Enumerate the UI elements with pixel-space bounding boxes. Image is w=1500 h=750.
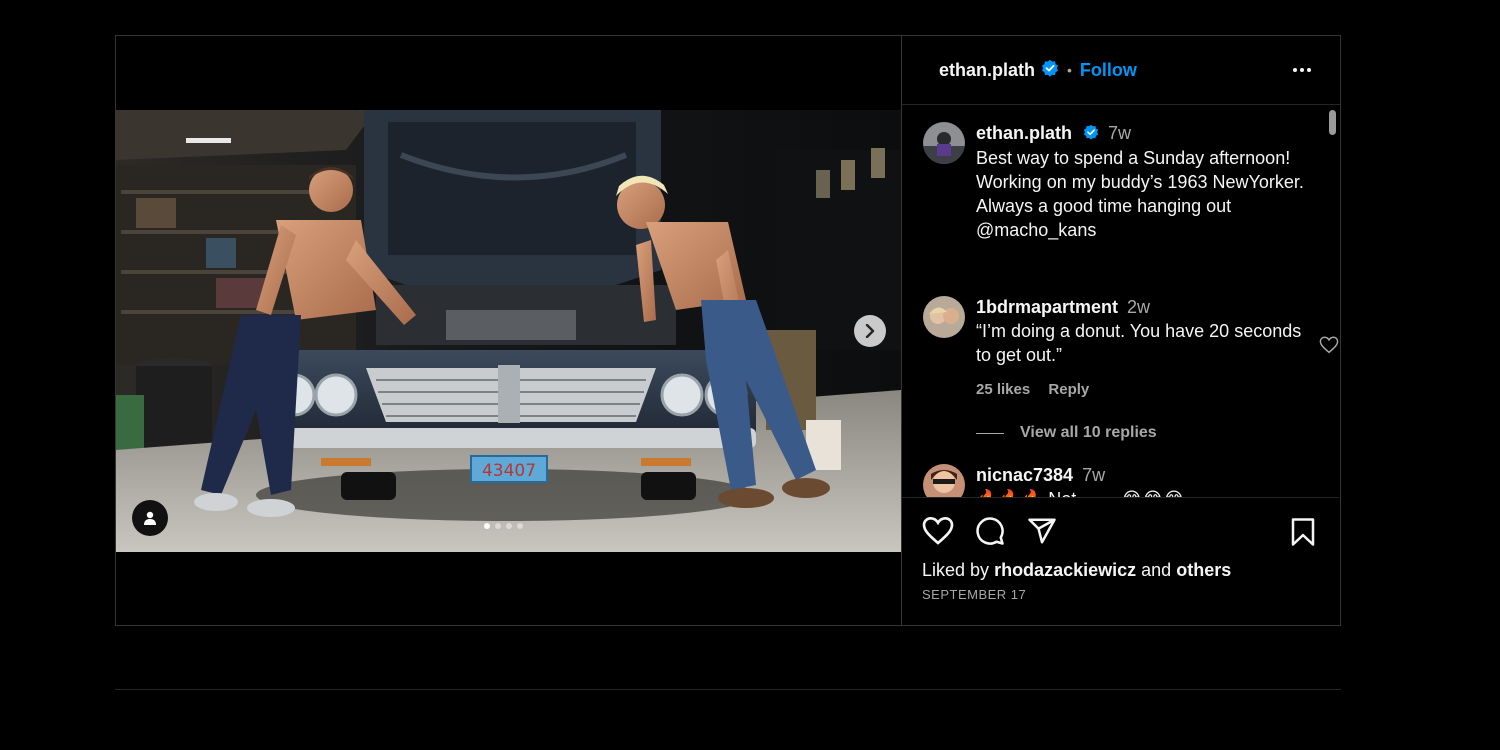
chevron-right-icon <box>865 324 875 338</box>
author-username[interactable]: ethan.plath <box>939 60 1035 81</box>
follow-button[interactable]: Follow <box>1080 60 1137 81</box>
post-photo[interactable]: 43407 <box>116 110 901 552</box>
more-options-button[interactable] <box>1290 58 1314 82</box>
garage-car-photo: 43407 <box>116 110 901 552</box>
comment-text: “I’m doing a donut. You have 20 seconds … <box>976 321 1302 365</box>
heart-icon <box>922 516 954 545</box>
caption-time: 7w <box>1108 123 1132 143</box>
page-divider <box>115 689 1341 690</box>
comment-time: 7w <box>1082 465 1106 485</box>
post-modal: 43407 ethan.plath • Follow ethan.plath 7… <box>115 35 1341 626</box>
carousel-dot <box>517 523 523 529</box>
comment-reply-button[interactable]: Reply <box>1048 381 1089 398</box>
liked-by-text: Liked by rhodazackiewicz and others <box>922 560 1231 581</box>
post-side-pane: ethan.plath • Follow ethan.plath 7w Best… <box>901 36 1340 625</box>
heart-icon <box>1319 336 1339 354</box>
verified-badge-icon <box>1041 59 1059 82</box>
like-button[interactable] <box>922 516 954 551</box>
liked-by-prefix: Liked by <box>922 560 990 580</box>
carousel-indicator <box>484 523 523 529</box>
comment-button[interactable] <box>974 516 1006 551</box>
comment-icon <box>976 517 1004 545</box>
carousel-next-button[interactable] <box>854 315 886 347</box>
comment-time: 2w <box>1127 297 1151 317</box>
license-plate-text: 43407 <box>482 461 536 481</box>
comment-like-button[interactable] <box>1319 336 1339 359</box>
replies-line <box>976 432 1004 434</box>
comment-likes[interactable]: 25 likes <box>976 381 1030 398</box>
media-pane: 43407 <box>116 36 901 625</box>
user-tag-button[interactable] <box>132 500 168 536</box>
carousel-dot <box>506 523 512 529</box>
post-date[interactable]: SEPTEMBER 17 <box>922 587 1026 602</box>
caption-username[interactable]: ethan.plath <box>976 123 1072 143</box>
liked-by-others[interactable]: others <box>1176 560 1231 580</box>
commenter-avatar[interactable] <box>923 464 965 497</box>
caption-text: Best way to spend a Sunday afternoon! Wo… <box>976 148 1304 241</box>
liked-by-and: and <box>1141 560 1172 580</box>
comment-username[interactable]: 1bdrmapartment <box>976 297 1118 317</box>
share-icon <box>1028 518 1056 544</box>
comment-username[interactable]: nicnac7384 <box>976 465 1073 485</box>
user-tag-icon <box>144 511 156 525</box>
save-button[interactable] <box>1289 517 1317 552</box>
comments-list[interactable]: ethan.plath 7w Best way to spend a Sunda… <box>902 106 1339 497</box>
more-options-icon <box>1293 68 1311 72</box>
post-header: ethan.plath • Follow <box>902 36 1340 105</box>
share-button[interactable] <box>1026 516 1058 551</box>
post-actions: Liked by rhodazackiewicz and others SEPT… <box>902 497 1339 626</box>
carousel-dot-active <box>484 523 490 529</box>
comment-text: 🔥🔥🔥 Not ....... 😂😂😂 <box>976 487 1321 497</box>
comments-scrollbar[interactable] <box>1329 110 1336 135</box>
carousel-dot <box>495 523 501 529</box>
header-separator: • <box>1067 62 1072 78</box>
bookmark-icon <box>1291 518 1315 546</box>
verified-badge-icon <box>1083 123 1099 145</box>
liked-by-user[interactable]: rhodazackiewicz <box>994 560 1136 580</box>
author-avatar[interactable] <box>923 122 965 164</box>
view-replies-label: View all 10 replies <box>1020 424 1157 441</box>
commenter-avatar[interactable] <box>923 296 965 338</box>
view-replies-button[interactable]: View all 10 replies <box>976 424 1157 442</box>
